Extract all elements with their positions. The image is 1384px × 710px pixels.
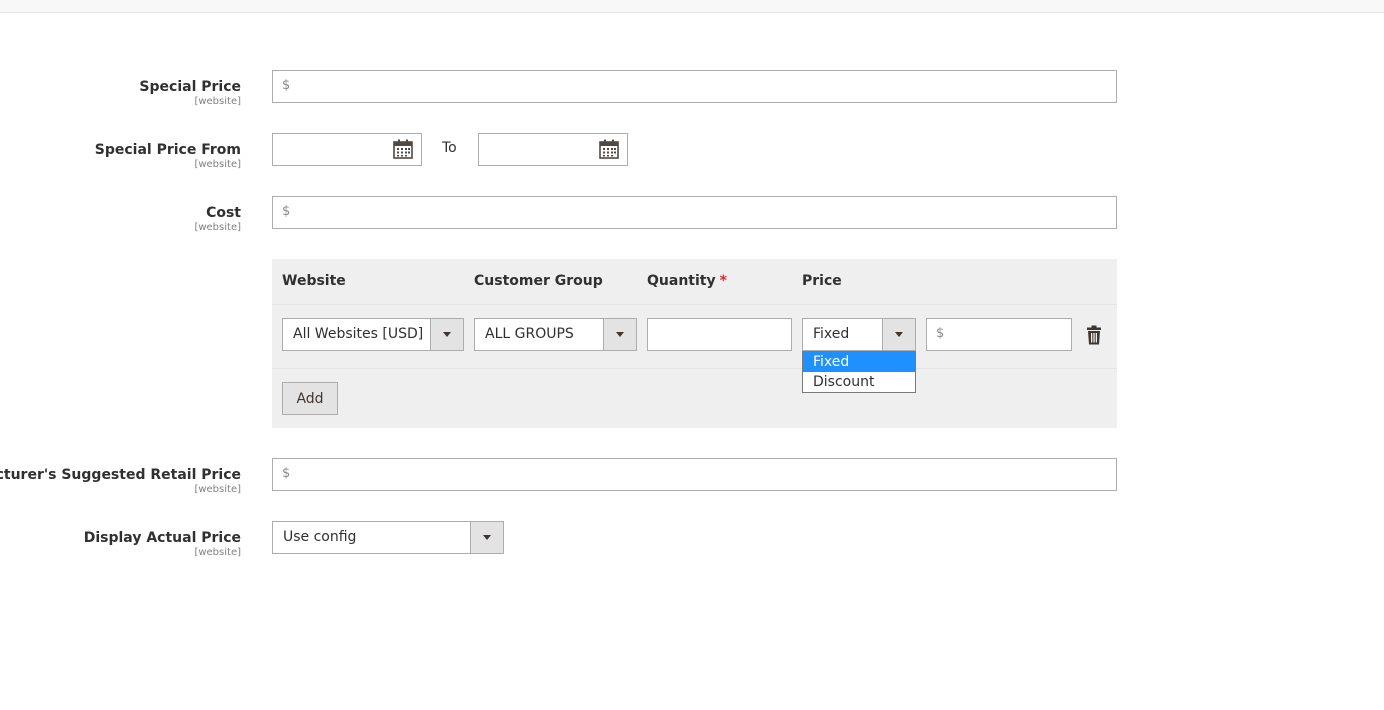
msrp-input[interactable]: $ [272,458,1117,491]
top-bar [0,0,1384,13]
msrp-label: anufacturer's Suggested Retail Price [we… [0,467,241,495]
chevron-down-icon [603,319,636,350]
option-discount[interactable]: Discount [803,372,915,392]
cost-label: Cost [website] [194,205,241,233]
chevron-down-icon [470,522,503,553]
chevron-down-icon [882,319,915,350]
display-actual-price-select[interactable]: Use config [272,521,504,554]
divider [272,304,1117,305]
chevron-down-icon [430,319,463,350]
currency-prefix: $ [282,204,291,219]
column-header-quantity: Quantity * [647,273,727,289]
required-marker: * [719,273,727,289]
tier-price-value-input[interactable]: $ [926,318,1072,351]
price-type-dropdown[interactable]: Fixed Discount [802,351,916,393]
display-actual-price-label: Display Actual Price [website] [83,530,241,558]
special-price-to-date-input[interactable] [478,133,628,166]
customer-group-select[interactable]: ALL GROUPS [474,318,637,351]
column-header-customer-group: Customer Group [474,273,603,289]
column-header-price: Price [802,273,842,289]
divider [272,368,1117,369]
special-price-from-date-input[interactable] [272,133,422,166]
trash-icon[interactable] [1086,325,1102,345]
currency-prefix: $ [936,326,945,341]
website-select[interactable]: All Websites [USD] [282,318,464,351]
calendar-icon[interactable] [393,139,413,159]
price-type-select[interactable]: Fixed [802,318,916,351]
add-tier-price-button[interactable]: Add [282,382,338,415]
currency-prefix: $ [282,78,291,93]
date-range-to-label: To [442,140,457,156]
column-header-website: Website [282,273,346,289]
cost-input[interactable]: $ [272,196,1117,229]
special-price-input[interactable]: $ [272,70,1117,103]
option-fixed[interactable]: Fixed [803,352,915,372]
special-price-label: Special Price [website] [139,79,241,107]
currency-prefix: $ [282,466,291,481]
quantity-input[interactable] [647,318,792,351]
calendar-icon[interactable] [599,139,619,159]
special-price-from-label: Special Price From [website] [94,142,241,170]
